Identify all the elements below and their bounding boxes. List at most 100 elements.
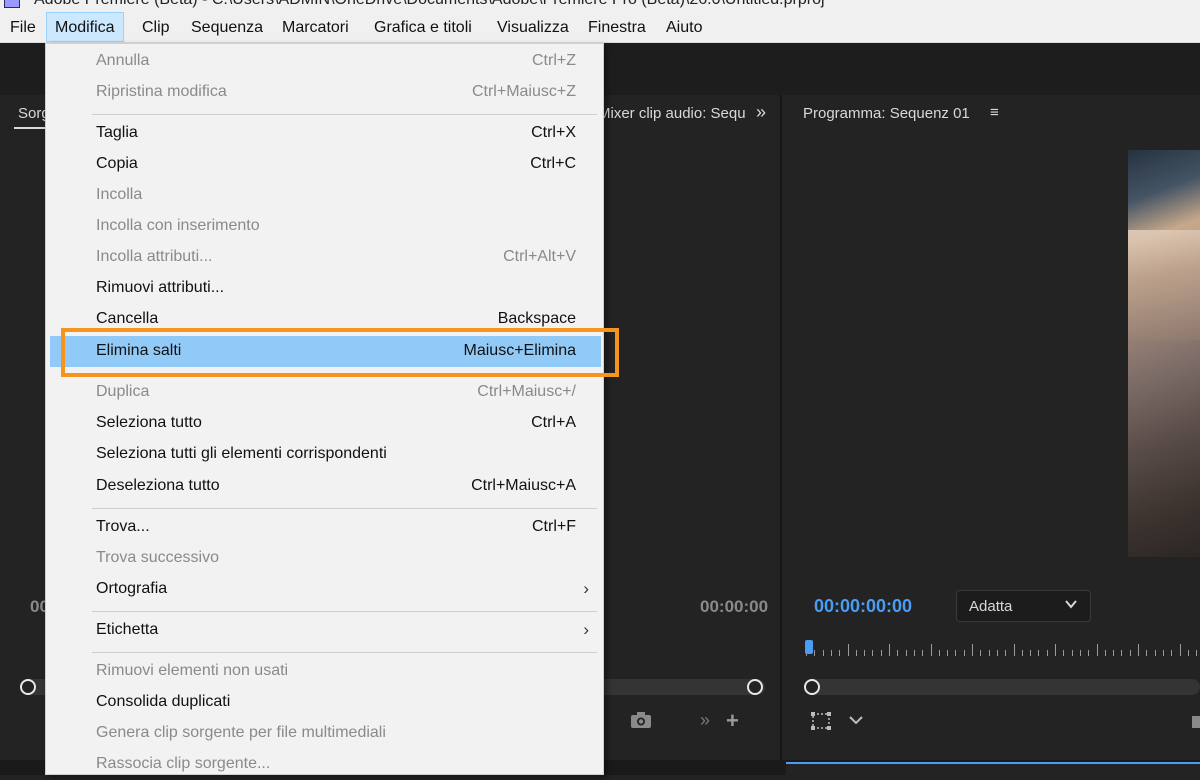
ruler-tick xyxy=(1055,644,1056,656)
program-time-ruler[interactable] xyxy=(806,640,1200,660)
source-scrub-end-handle[interactable] xyxy=(747,679,763,695)
playhead-marker[interactable] xyxy=(805,640,813,654)
menu-item-genera-clip-sorgente[interactable]: Genera clip sorgente per file multimedia… xyxy=(50,718,601,749)
ruler-tick xyxy=(963,650,965,656)
more-tabs-icon[interactable]: » xyxy=(756,102,766,123)
menu-item-label: Cancella xyxy=(96,310,159,327)
menu-item-rimuovi-non-usati[interactable]: Rimuovi elementi non usati xyxy=(50,656,601,687)
menu-item-shortcut: Ctrl+Maiusc+A xyxy=(471,477,576,494)
ruler-tick xyxy=(1038,650,1040,656)
source-scrub-start-handle[interactable] xyxy=(20,679,36,695)
menu-item-shortcut: Ctrl+X xyxy=(531,124,576,141)
menu-grafica-e-titoli[interactable]: Grafica e titoli xyxy=(366,12,480,42)
ruler-tick xyxy=(905,650,907,656)
ruler-tick xyxy=(1121,650,1123,656)
ruler-tick xyxy=(1138,644,1139,656)
submenu-arrow-icon: › xyxy=(583,620,589,639)
menu-item-seleziona-corrispondenti[interactable]: Seleziona tutti gli elementi corrisponde… xyxy=(50,439,601,470)
menu-item-label: Duplica xyxy=(96,383,150,400)
menu-item-incolla-con-inserimento[interactable]: Incolla con inserimento xyxy=(50,211,601,242)
program-monitor-title[interactable]: Programma: Sequenz 01 xyxy=(803,105,970,122)
menu-item-ripristina-modifica[interactable]: Ripristina modifica Ctrl+Maiusc+Z xyxy=(50,77,601,108)
menu-aiuto[interactable]: Aiuto xyxy=(658,12,710,42)
menu-item-rimuovi-attributi[interactable]: Rimuovi attributi... xyxy=(50,273,601,304)
panel-menu-icon[interactable]: ≡ xyxy=(990,104,999,121)
premiere-app-icon xyxy=(4,0,20,8)
menu-item-copia[interactable]: Copia Ctrl+C xyxy=(50,149,601,180)
submenu-arrow-icon: › xyxy=(583,579,589,598)
menu-file[interactable]: File xyxy=(2,12,44,42)
add-button-icon[interactable]: + xyxy=(726,708,739,734)
tab-audio-clip-mixer[interactable]: Mixer clip audio: Sequ xyxy=(598,105,746,122)
export-frame-icon[interactable] xyxy=(1190,712,1200,735)
ruler-tick xyxy=(938,650,940,656)
menu-item-shortcut: Maiusc+Elimina xyxy=(463,342,576,359)
chevron-down-icon[interactable] xyxy=(848,712,864,733)
menu-item-shortcut: Ctrl+Z xyxy=(532,52,576,69)
menu-marcatori[interactable]: Marcatori xyxy=(274,12,357,42)
menu-item-deseleziona-tutto[interactable]: Deseleziona tutto Ctrl+Maiusc+A xyxy=(50,471,601,502)
menu-item-label: Ripristina modifica xyxy=(96,83,227,100)
ruler-tick xyxy=(1088,650,1090,656)
menu-item-consolida-duplicati[interactable]: Consolida duplicati xyxy=(50,687,601,718)
ruler-tick xyxy=(947,650,949,656)
ruler-tick xyxy=(930,644,932,656)
menu-item-label: Deseleziona tutto xyxy=(96,477,220,494)
menu-bar: File Modifica Clip Sequenza Marcatori Gr… xyxy=(0,12,1200,43)
menu-visualizza[interactable]: Visualizza xyxy=(489,12,577,42)
menu-item-label: Etichetta xyxy=(96,621,159,638)
menu-item-label: Seleziona tutti gli elementi corrisponde… xyxy=(96,445,387,462)
menu-item-shortcut: Ctrl+C xyxy=(530,155,576,172)
double-chevron-icon[interactable]: » xyxy=(700,710,710,731)
menu-item-label: Incolla xyxy=(96,186,143,203)
ruler-tick xyxy=(1046,650,1048,656)
menu-item-seleziona-tutto[interactable]: Seleziona tutto Ctrl+A xyxy=(50,408,601,439)
menu-item-label: Elimina salti xyxy=(96,342,182,359)
menu-finestra[interactable]: Finestra xyxy=(580,12,654,42)
window-title: Adobe Premiere (Beta) - C:\Users\ADMIN\O… xyxy=(34,0,825,9)
menu-item-duplica[interactable]: Duplica Ctrl+Maiusc+/ xyxy=(50,377,601,408)
menu-item-rassocia-clip-sorgente[interactable]: Rassocia clip sorgente... xyxy=(50,749,601,780)
ruler-tick xyxy=(1005,650,1007,656)
menu-modifica[interactable]: Modifica xyxy=(46,12,124,42)
ruler-tick xyxy=(1171,650,1173,656)
program-scrub-handle[interactable] xyxy=(804,679,820,695)
menu-item-incolla[interactable]: Incolla xyxy=(50,180,601,211)
source-timecode-right: 00:00:00 xyxy=(700,597,769,616)
menu-sequenza[interactable]: Sequenza xyxy=(183,12,271,42)
ruler-tick xyxy=(814,650,816,656)
menu-item-label: Copia xyxy=(96,155,138,172)
menu-item-label: Trova successivo xyxy=(96,549,219,566)
menu-item-label: Seleziona tutto xyxy=(96,414,202,431)
menu-clip[interactable]: Clip xyxy=(134,12,178,42)
ruler-tick xyxy=(913,650,915,656)
ruler-tick xyxy=(1104,650,1106,656)
chevron-down-icon xyxy=(1064,597,1078,614)
menu-item-incolla-attributi[interactable]: Incolla attributi... Ctrl+Alt+V xyxy=(50,242,601,273)
timeline-tab-active[interactable] xyxy=(786,762,1200,775)
safe-margins-icon[interactable] xyxy=(810,711,832,736)
zoom-fit-select[interactable]: Adatta xyxy=(956,590,1091,622)
menu-separator xyxy=(92,114,597,115)
camera-icon[interactable] xyxy=(630,711,652,734)
ruler-tick xyxy=(1179,644,1181,656)
menu-item-label: Rassocia clip sorgente... xyxy=(96,755,271,772)
tab-source-underline xyxy=(14,127,46,129)
menu-item-shortcut: Ctrl+F xyxy=(532,518,576,535)
ruler-tick xyxy=(864,650,866,656)
ruler-tick xyxy=(1196,650,1198,656)
program-timecode[interactable]: 00:00:00:00 xyxy=(814,596,912,617)
menu-item-elimina-salti[interactable]: Elimina salti Maiusc+Elimina xyxy=(50,336,601,367)
menu-item-trova[interactable]: Trova... Ctrl+F xyxy=(50,512,601,543)
menu-item-taglia[interactable]: Taglia Ctrl+X xyxy=(50,118,601,149)
menu-item-etichetta[interactable]: Etichetta › xyxy=(50,615,601,646)
menu-item-trova-successivo[interactable]: Trova successivo xyxy=(50,543,601,574)
program-scrub-track[interactable] xyxy=(804,679,1200,695)
menu-item-label: Incolla attributi... xyxy=(96,248,213,265)
menu-item-annulla[interactable]: Annulla Ctrl+Z xyxy=(50,46,601,77)
menu-separator xyxy=(92,373,597,374)
menu-item-ortografia[interactable]: Ortografia › xyxy=(50,574,601,605)
ruler-tick xyxy=(980,650,982,656)
ruler-tick xyxy=(1096,644,1098,656)
menu-item-cancella[interactable]: Cancella Backspace xyxy=(50,304,601,335)
